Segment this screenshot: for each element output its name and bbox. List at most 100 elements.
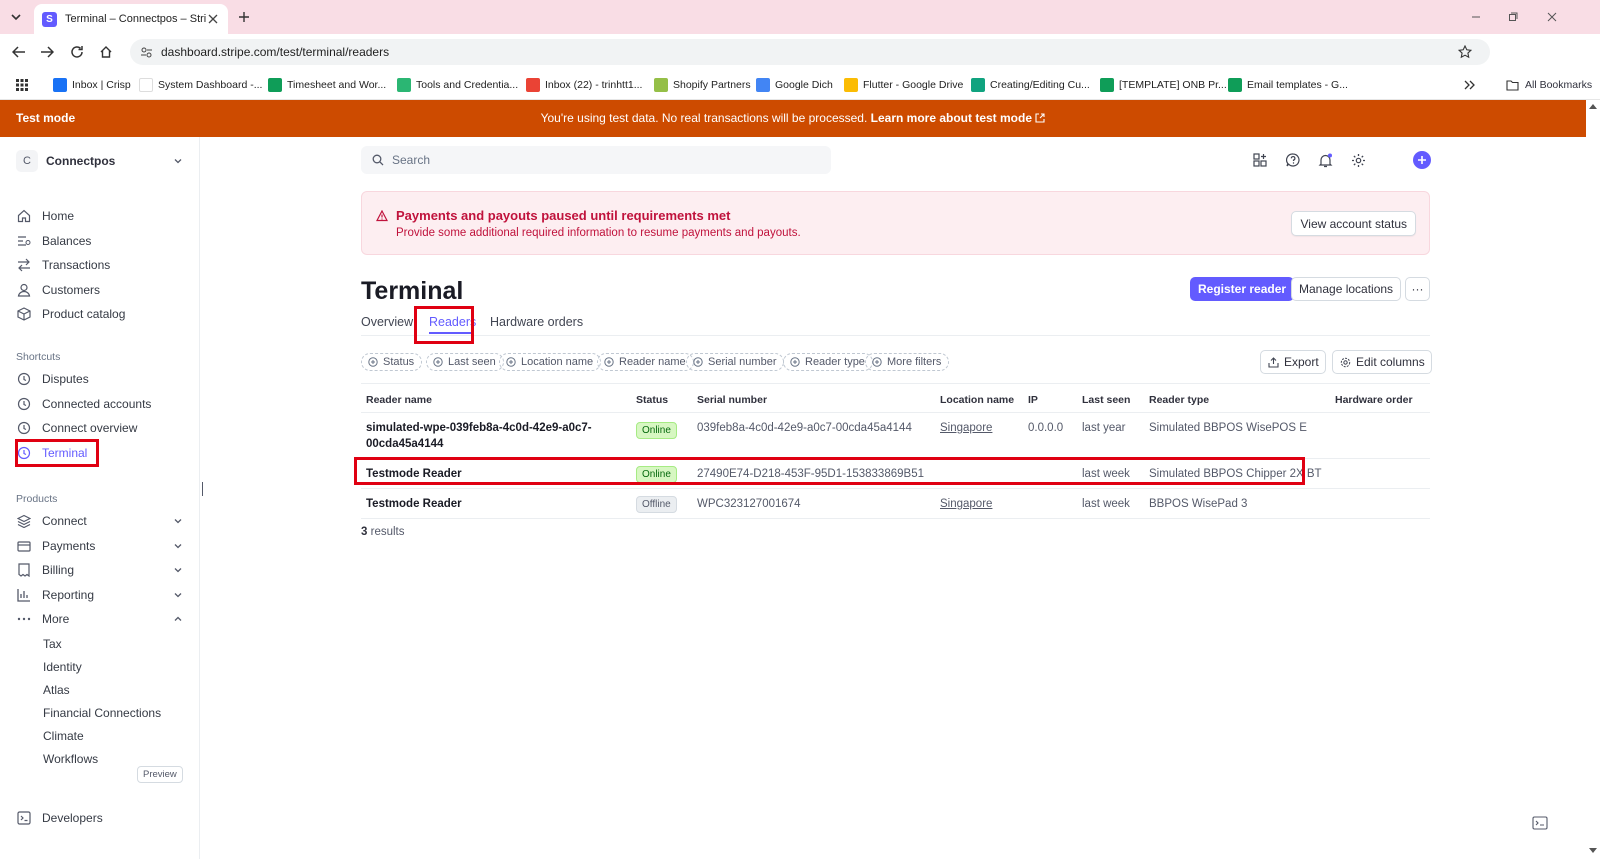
column-header[interactable]: Reader type: [1149, 394, 1209, 406]
bookmark-label: Tools and Credentia...: [416, 79, 519, 91]
filter-more[interactable]: More filters: [865, 353, 950, 371]
bookmark-item[interactable]: Creating/Editing Cu...: [971, 77, 1090, 93]
reader-name: Testmode Reader: [366, 498, 462, 510]
page-scrollbar[interactable]: [1586, 100, 1600, 859]
sidebar-item-transactions[interactable]: Transactions: [16, 254, 184, 276]
edit-columns-button[interactable]: Edit columns: [1332, 350, 1432, 374]
apps-grid-icon[interactable]: [14, 77, 30, 93]
bookmark-item[interactable]: Google Dich: [756, 77, 833, 93]
settings-gear-icon[interactable]: [1350, 152, 1366, 168]
sidebar-item-payments[interactable]: Payments: [16, 535, 184, 557]
new-tab-icon[interactable]: [236, 9, 252, 25]
address-bar[interactable]: dashboard.stripe.com/test/terminal/reade…: [130, 39, 1490, 65]
register-reader-button[interactable]: Register reader: [1190, 277, 1295, 301]
table-row[interactable]: simulated-wpe-039feb8a-4c0d-42e9-a0c7- 0…: [361, 413, 1430, 459]
sidebar-subitem-climate[interactable]: Climate: [43, 729, 84, 743]
bookmark-item[interactable]: Inbox | Crisp: [53, 77, 131, 93]
reader-type: Simulated BBPOS Chipper 2X BT: [1149, 468, 1322, 480]
search-input[interactable]: Search: [361, 146, 831, 174]
column-header[interactable]: Reader name: [366, 394, 432, 406]
tab-readers[interactable]: Readers: [429, 315, 476, 329]
tab-overview[interactable]: Overview: [361, 315, 413, 329]
sidebar-item-connect-overview[interactable]: Connect overview: [16, 417, 184, 439]
home-browser-icon[interactable]: [97, 43, 115, 61]
sidebar-item-disputes[interactable]: Disputes: [16, 368, 184, 390]
sidebar-subitem-identity[interactable]: Identity: [43, 660, 82, 674]
location-link[interactable]: Singapore: [940, 422, 992, 434]
bookmark-item[interactable]: Tools and Credentia...: [397, 77, 518, 93]
sidebar-item-home[interactable]: Home: [16, 205, 184, 227]
site-info-icon[interactable]: [138, 44, 154, 60]
reader-name: simulated-wpe-039feb8a-4c0d-42e9-a0c7-: [366, 422, 592, 434]
tab-search-icon[interactable]: [6, 7, 26, 27]
notifications-icon[interactable]: [1317, 152, 1333, 168]
restore-icon[interactable]: [1506, 10, 1520, 24]
view-account-status-button[interactable]: View account status: [1291, 211, 1416, 236]
home-icon: [16, 208, 32, 224]
sidebar-item-connected-accounts[interactable]: Connected accounts: [16, 393, 184, 415]
requirements-alert: Payments and payouts paused until requir…: [361, 191, 1430, 255]
filter-status[interactable]: Status: [361, 353, 423, 371]
sidebar-item-connect[interactable]: Connect: [16, 510, 184, 532]
all-bookmarks[interactable]: All Bookmarks: [1505, 77, 1592, 93]
column-header[interactable]: Serial number: [697, 394, 767, 406]
more-bookmarks-icon[interactable]: [1462, 78, 1478, 92]
filter-serial-number[interactable]: Serial number: [686, 353, 785, 371]
filter-last-seen[interactable]: Last seen: [426, 353, 504, 371]
create-plus-icon[interactable]: [1413, 151, 1431, 169]
plus-circle-icon: [871, 357, 882, 368]
column-header[interactable]: Status: [636, 394, 668, 406]
bookmark-star-icon[interactable]: [1457, 44, 1473, 60]
column-header[interactable]: Hardware order: [1335, 394, 1413, 406]
close-tab-icon[interactable]: [206, 12, 220, 26]
filter-reader-name[interactable]: Reader name: [597, 353, 694, 371]
column-header[interactable]: Location name: [940, 394, 1014, 406]
reload-icon[interactable]: [68, 43, 86, 61]
sidebar-item-terminal[interactable]: Terminal: [16, 442, 184, 464]
terminal-shell-icon[interactable]: [1531, 815, 1549, 831]
sidebar-subitem-tax[interactable]: Tax: [43, 637, 62, 651]
sidebar-item-developers[interactable]: Developers: [16, 807, 184, 829]
help-icon[interactable]: [1285, 152, 1301, 168]
more-actions-button[interactable]: ···: [1405, 277, 1430, 301]
sidebar-subitem-workflows[interactable]: Workflows: [43, 752, 98, 766]
sidebar-item-customers[interactable]: Customers: [16, 279, 184, 301]
table-row[interactable]: Testmode Reader Offline WPC323127001674 …: [361, 489, 1430, 519]
forward-icon[interactable]: [38, 43, 56, 61]
browser-tab[interactable]: S Terminal – Connectpos – Stripe: [34, 4, 228, 34]
bookmark-item[interactable]: Email templates - G...: [1228, 77, 1348, 93]
sidebar-subitem-financial-connections[interactable]: Financial Connections: [43, 706, 161, 720]
export-button[interactable]: Export: [1260, 350, 1326, 374]
filter-reader-type[interactable]: Reader type: [783, 353, 873, 371]
manage-locations-button[interactable]: Manage locations: [1291, 277, 1402, 301]
last-seen: last week: [1082, 468, 1130, 480]
bookmark-item[interactable]: Shopify Partners: [654, 77, 751, 93]
bookmark-item[interactable]: Inbox (22) - trinhtt1...: [526, 77, 642, 93]
bookmark-item[interactable]: Timesheet and Wor...: [268, 77, 386, 93]
main-content: Search Payments and payouts paused until…: [200, 137, 1586, 859]
account-switcher[interactable]: C Connectpos: [16, 149, 184, 173]
plus-circle-icon: [432, 357, 443, 368]
tab-hardware-orders[interactable]: Hardware orders: [490, 315, 583, 329]
bookmark-item[interactable]: [TEMPLATE] ONB Pr...: [1100, 77, 1227, 93]
location-link[interactable]: Singapore: [940, 498, 992, 510]
column-header[interactable]: Last seen: [1082, 394, 1130, 406]
back-icon[interactable]: [10, 43, 28, 61]
filter-location-name[interactable]: Location name: [499, 353, 602, 371]
bookmark-label: Google Dich: [775, 79, 833, 91]
table-row[interactable]: Testmode Reader Online 27490E74-D218-453…: [361, 459, 1430, 489]
sidebar-item-balances[interactable]: Balances: [16, 230, 184, 252]
sidebar-item-billing[interactable]: Billing: [16, 559, 184, 581]
sidebar-item-reporting[interactable]: Reporting: [16, 584, 184, 606]
sidebar-item-product-catalog[interactable]: Product catalog: [16, 303, 184, 325]
column-header[interactable]: IP: [1028, 394, 1038, 406]
minimize-icon[interactable]: [1469, 10, 1483, 24]
learn-more-link[interactable]: Learn more about test mode: [871, 111, 1032, 125]
serial-number: 039feb8a-4c0d-42e9-a0c7-00cda45a4144: [697, 422, 912, 434]
bookmark-item[interactable]: System Dashboard -...: [139, 77, 262, 93]
close-window-icon[interactable]: [1545, 10, 1559, 24]
bookmark-item[interactable]: Flutter - Google Drive: [844, 77, 963, 93]
apps-icon[interactable]: [1252, 152, 1268, 168]
sidebar-item-more[interactable]: More: [16, 608, 184, 630]
sidebar-subitem-atlas[interactable]: Atlas: [43, 683, 70, 697]
